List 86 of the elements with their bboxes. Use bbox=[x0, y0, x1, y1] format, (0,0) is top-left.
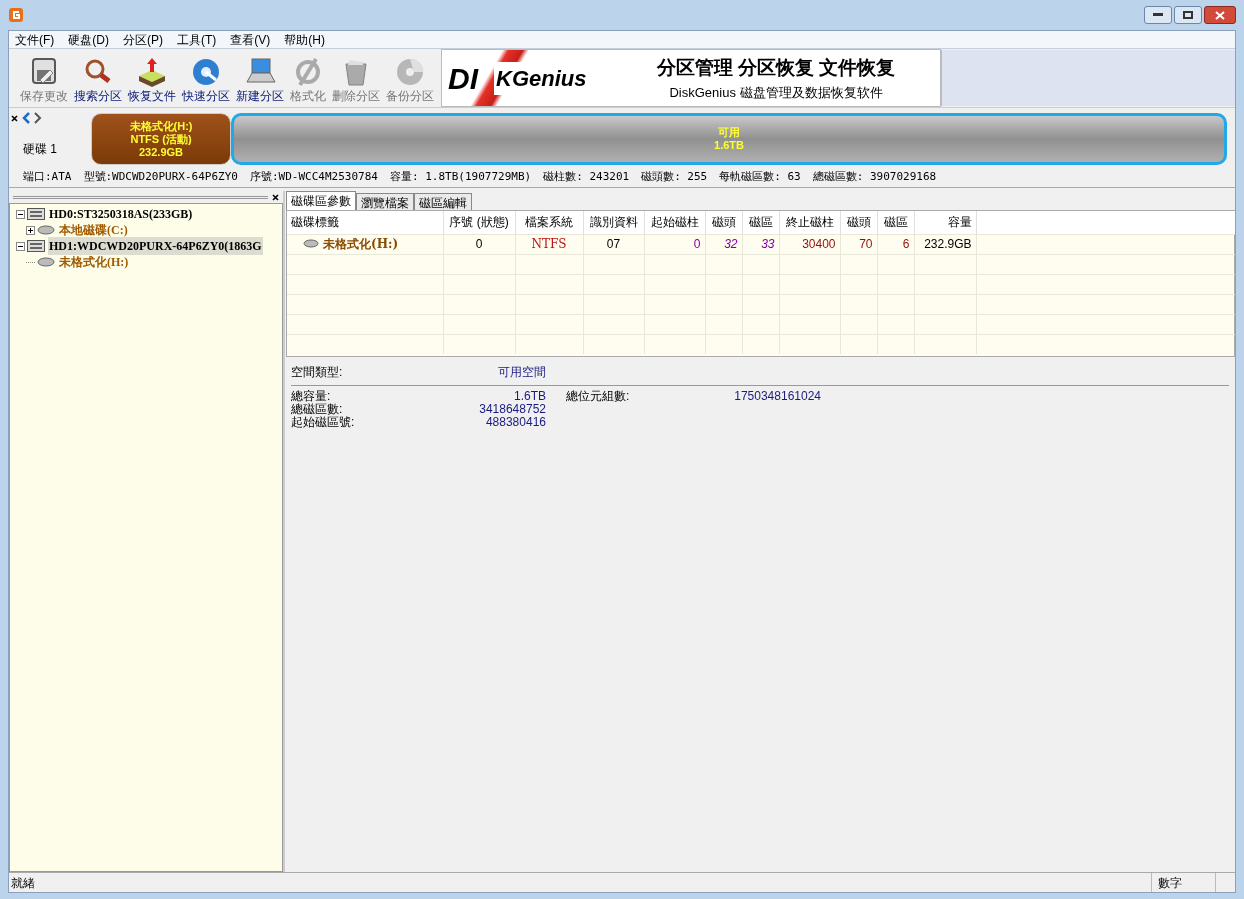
space-type-label: 空間類型: bbox=[291, 364, 343, 381]
expand-icon[interactable] bbox=[26, 225, 35, 235]
menu-item[interactable]: 查看(V) bbox=[230, 30, 271, 49]
partition-text: NTFS (活動) bbox=[130, 132, 192, 146]
maximize-button[interactable] bbox=[1174, 6, 1202, 24]
partition-text: 232.9GB bbox=[139, 145, 183, 159]
table-cell: 0 bbox=[443, 234, 515, 254]
disk-info-text: 總磁區數: 3907029168 bbox=[812, 169, 937, 186]
menu-item[interactable]: 工具(T) bbox=[177, 30, 217, 49]
disk-info-text: 磁頭數: 255 bbox=[641, 169, 708, 186]
tab[interactable]: 磁碟區參數 bbox=[286, 191, 356, 210]
table-cell: 未格式化(H:) bbox=[287, 234, 443, 254]
tree-item[interactable]: HD1:WDCWD20PURX-64P6ZY0(1863G bbox=[48, 237, 263, 255]
drive-icon bbox=[37, 225, 55, 235]
field-value: 1750348161024 bbox=[734, 390, 821, 403]
partition-block[interactable]: 未格式化(H:) NTFS (活動) 232.9GB bbox=[91, 113, 231, 165]
table-cell: 33 bbox=[742, 234, 779, 254]
partition-text: 未格式化(H:) bbox=[129, 119, 193, 133]
column-header[interactable]: 磁頭 bbox=[705, 211, 742, 234]
banner-subline: DiskGenius 磁盘管理及数据恢复软件 bbox=[669, 83, 883, 102]
tree-item[interactable]: HD0:ST3250318AS(233GB) bbox=[48, 205, 194, 223]
field-value: 3418648752 bbox=[479, 403, 546, 416]
toolbar-button[interactable]: 搜索分区 bbox=[71, 56, 125, 104]
partition-text: 1.6TB bbox=[714, 139, 744, 152]
column-header[interactable]: 磁頭 bbox=[840, 211, 877, 234]
field-label: 起始磁區號: bbox=[291, 416, 355, 429]
app-logo-icon bbox=[8, 7, 24, 23]
column-header[interactable]: 終止磁柱 bbox=[779, 211, 840, 234]
tab[interactable]: 瀏覽檔案 bbox=[356, 193, 414, 210]
column-header[interactable]: 容量 bbox=[914, 211, 976, 234]
disk-info-text: 磁柱數: 243201 bbox=[543, 169, 630, 186]
menu-item[interactable]: 帮助(H) bbox=[284, 30, 325, 49]
upload-box-icon bbox=[136, 56, 168, 88]
column-header[interactable]: 磁區 bbox=[877, 211, 914, 234]
field-value: 1.6TB bbox=[514, 390, 546, 403]
field-label: 總位元組數: bbox=[566, 390, 630, 403]
close-icon bbox=[1215, 10, 1225, 20]
status-text: 就緒 bbox=[10, 874, 36, 892]
field-value: 488380416 bbox=[485, 416, 546, 429]
toolbar-button[interactable]: 快速分区 bbox=[179, 56, 233, 104]
column-header[interactable]: 磁區 bbox=[742, 211, 779, 234]
table-cell: 70 bbox=[840, 234, 877, 254]
drive-icon bbox=[37, 257, 55, 267]
disk-info-text: 端口:ATA bbox=[23, 169, 72, 186]
column-header[interactable]: 起始磁柱 bbox=[644, 211, 705, 234]
menu-item[interactable]: 分区(P) bbox=[123, 30, 163, 49]
close-icon[interactable] bbox=[272, 193, 279, 201]
table-cell: 6 bbox=[877, 234, 914, 254]
table-cell: NTFS bbox=[515, 234, 583, 254]
minimize-icon bbox=[1153, 13, 1163, 17]
drive-icon bbox=[303, 239, 319, 249]
banner-headline: 分区管理 分区恢复 文件恢复 bbox=[656, 56, 896, 80]
partition-text: 可用 bbox=[718, 126, 740, 139]
disk-info-text: 序號:WD-WCC4M2530784 bbox=[249, 169, 378, 186]
collapse-icon[interactable] bbox=[16, 209, 25, 219]
field-label: 總磁區數: bbox=[291, 403, 343, 416]
disk-info-text: 型號:WDCWD20PURX-64P6ZY0 bbox=[83, 169, 238, 186]
disc-icon bbox=[190, 56, 222, 88]
close-button[interactable] bbox=[1204, 6, 1236, 24]
menu-item[interactable]: 文件(F) bbox=[15, 30, 55, 49]
table-cell: 0 bbox=[644, 234, 705, 254]
menu-item[interactable]: 硬盘(D) bbox=[68, 30, 109, 49]
tree-item[interactable]: 未格式化(H:) bbox=[58, 253, 130, 271]
disk-info-text: 每軌磁區數: 63 bbox=[719, 169, 801, 186]
column-header[interactable]: 識別資料 bbox=[583, 211, 644, 234]
column-header[interactable]: 序號 (狀態) bbox=[443, 211, 515, 234]
disk-info-text: 容量: 1.8TB(1907729MB) bbox=[389, 169, 532, 186]
table-cell: 232.9GB bbox=[914, 234, 976, 254]
disk-label: 硬碟 1 bbox=[23, 141, 58, 158]
close-icon[interactable] bbox=[11, 114, 18, 122]
restore-icon bbox=[1183, 11, 1193, 19]
space-type-value: 可用空間 bbox=[498, 364, 546, 381]
field-label: 總容量: bbox=[291, 390, 331, 403]
minimize-button[interactable] bbox=[1144, 6, 1172, 24]
toolbar-button[interactable]: 恢复文件 bbox=[125, 56, 179, 104]
toolbar-button[interactable]: 新建分区 bbox=[233, 56, 287, 104]
table-cell: 30400 bbox=[779, 234, 840, 254]
tree-item[interactable]: 本地磁碟(C:) bbox=[58, 221, 129, 239]
tab[interactable]: 磁區編輯 bbox=[414, 193, 472, 210]
table-cell: 32 bbox=[705, 234, 742, 254]
status-indicator: 數字 bbox=[1151, 873, 1215, 892]
column-header[interactable]: 檔案系統 bbox=[515, 211, 583, 234]
column-header[interactable]: 磁碟標籤 bbox=[287, 211, 443, 234]
table-cell: 07 bbox=[583, 234, 644, 254]
disc-icon bbox=[394, 56, 426, 88]
collapse-icon[interactable] bbox=[16, 241, 25, 251]
